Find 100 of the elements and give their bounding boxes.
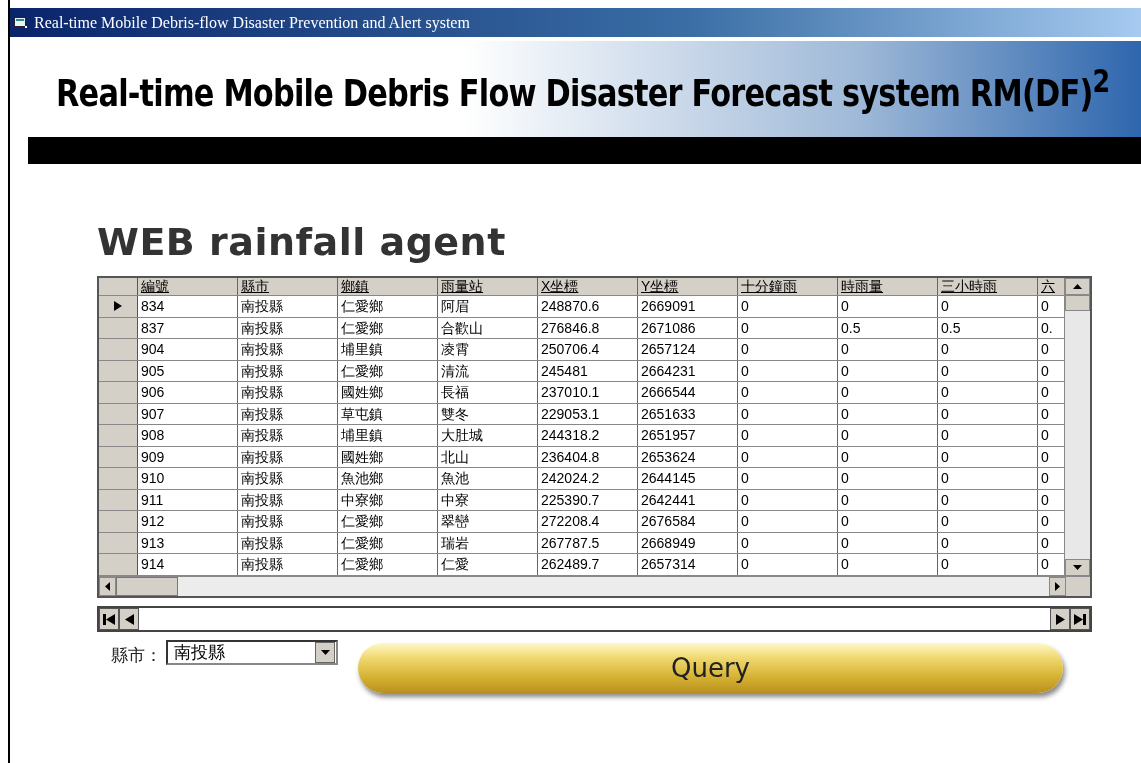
scroll-thumb[interactable] <box>1065 295 1090 311</box>
table-cell: 0 <box>738 446 838 467</box>
table-cell: 272208.4 <box>538 511 638 532</box>
table-cell: 中寮鄉 <box>338 489 438 510</box>
table-cell: 仁愛鄉 <box>338 532 438 553</box>
table-cell: 914 <box>138 554 238 575</box>
county-label: 縣市： <box>111 645 162 667</box>
table-cell: 仁愛 <box>438 554 538 575</box>
table-cell: 南投縣 <box>238 403 338 424</box>
table-cell: 0 <box>738 489 838 510</box>
table-cell: 仁愛鄉 <box>338 317 438 338</box>
first-record-button[interactable] <box>99 608 119 630</box>
table-cell: 南投縣 <box>238 446 338 467</box>
table-cell: 國姓鄉 <box>338 446 438 467</box>
scrollbar-corner <box>1066 577 1090 596</box>
table-cell: 0 <box>738 468 838 489</box>
column-header[interactable]: 鄉鎮 <box>338 278 438 295</box>
table-cell: 0 <box>938 511 1038 532</box>
table-cell: 2644145 <box>638 468 738 489</box>
table-cell: 南投縣 <box>238 554 338 575</box>
table-cell: 262489.7 <box>538 554 638 575</box>
current-row-icon <box>114 301 122 312</box>
table-cell: 0 <box>838 511 938 532</box>
table-cell: 仁愛鄉 <box>338 554 438 575</box>
table-cell: 埔里鎮 <box>338 425 438 446</box>
table-cell: 0 <box>838 468 938 489</box>
table-cell: 清流 <box>438 360 538 381</box>
first-icon <box>103 613 115 625</box>
scroll-up-icon <box>1073 284 1082 289</box>
table-cell: 瑞岩 <box>438 532 538 553</box>
table-cell: 中寮 <box>438 489 538 510</box>
table-cell: 0 <box>738 296 838 317</box>
table-cell: 0 <box>838 446 938 467</box>
table-cell: 2664231 <box>638 360 738 381</box>
scroll-thumb[interactable] <box>116 577 178 596</box>
page-heading: WEB rainfall agent <box>97 222 507 262</box>
table-cell: 0 <box>738 511 838 532</box>
query-button[interactable]: Query <box>358 643 1063 693</box>
table-cell: 0 <box>938 360 1038 381</box>
column-header[interactable]: 編號 <box>138 278 238 295</box>
dropdown-arrow-icon <box>320 650 330 655</box>
column-header[interactable]: 時雨量 <box>838 278 938 295</box>
column-header[interactable]: 縣市 <box>238 278 338 295</box>
table-cell: 0.5 <box>938 317 1038 338</box>
table-cell: 南投縣 <box>238 382 338 403</box>
table-cell: 904 <box>138 339 238 360</box>
table-cell: 魚池鄉 <box>338 468 438 489</box>
last-record-button[interactable] <box>1070 608 1090 630</box>
column-header[interactable]: 三小時雨 <box>938 278 1038 295</box>
table-cell: 大肚城 <box>438 425 538 446</box>
table-cell: 2653624 <box>638 446 738 467</box>
vertical-scrollbar[interactable] <box>1064 278 1090 576</box>
horizontal-scrollbar[interactable] <box>99 576 1090 596</box>
table-cell: 237010.1 <box>538 382 638 403</box>
table-cell: 0 <box>838 339 938 360</box>
table-cell: 0 <box>938 489 1038 510</box>
column-header[interactable]: Y坐標 <box>638 278 738 295</box>
table-cell: 905 <box>138 360 238 381</box>
table-cell: 0 <box>738 317 838 338</box>
table-cell: 0 <box>938 382 1038 403</box>
column-header[interactable]: 十分鐘雨 <box>738 278 838 295</box>
table-cell: 南投縣 <box>238 425 338 446</box>
column-header[interactable]: X坐標 <box>538 278 638 295</box>
table-cell: 0 <box>938 468 1038 489</box>
table-cell: 雙冬 <box>438 403 538 424</box>
next-record-button[interactable] <box>1050 608 1070 630</box>
table-cell: 2657124 <box>638 339 738 360</box>
table-cell: 2657314 <box>638 554 738 575</box>
table-cell: 0 <box>838 425 938 446</box>
table-cell: 0 <box>938 339 1038 360</box>
table-cell: 0.5 <box>838 317 938 338</box>
previous-icon <box>124 613 134 625</box>
previous-record-button[interactable] <box>119 608 139 630</box>
table-cell: 2668949 <box>638 532 738 553</box>
table-cell: 236404.8 <box>538 446 638 467</box>
table-cell: 909 <box>138 446 238 467</box>
table-cell: 242024.2 <box>538 468 638 489</box>
table-cell: 2642441 <box>638 489 738 510</box>
table-cell: 南投縣 <box>238 296 338 317</box>
table-cell: 912 <box>138 511 238 532</box>
table-cell: 245481 <box>538 360 638 381</box>
table-cell: 翠巒 <box>438 511 538 532</box>
county-dropdown[interactable]: 南投縣 <box>166 640 338 665</box>
table-cell: 合歡山 <box>438 317 538 338</box>
table-cell: 244318.2 <box>538 425 638 446</box>
table-cell: 837 <box>138 317 238 338</box>
table-cell: 0 <box>838 296 938 317</box>
table-cell: 北山 <box>438 446 538 467</box>
row-selector[interactable] <box>99 296 138 317</box>
table-cell: 0 <box>938 446 1038 467</box>
table-cell: 906 <box>138 382 238 403</box>
column-header[interactable]: 雨量站 <box>438 278 538 295</box>
table-cell: 2669091 <box>638 296 738 317</box>
table-cell: 913 <box>138 532 238 553</box>
table-cell: 0 <box>838 554 938 575</box>
table-cell: 埔里鎮 <box>338 339 438 360</box>
table-cell: 907 <box>138 403 238 424</box>
column-header[interactable]: 六 <box>1038 278 1064 295</box>
table-cell: 南投縣 <box>238 489 338 510</box>
table-cell: 0 <box>938 532 1038 553</box>
